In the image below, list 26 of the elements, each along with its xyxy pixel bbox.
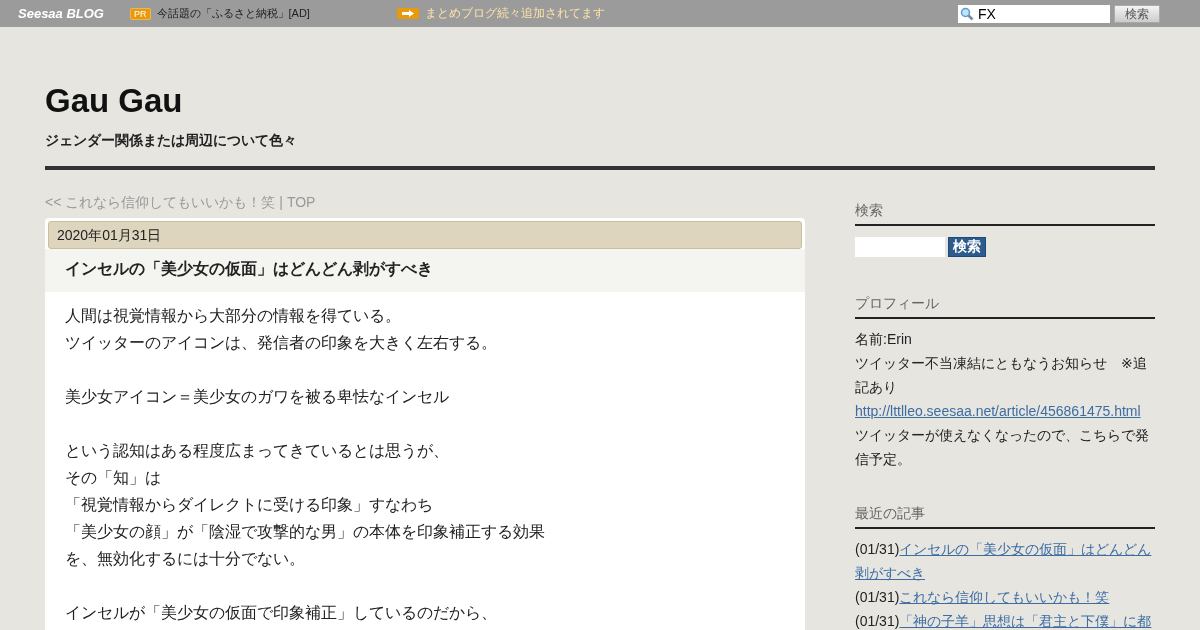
article-paragraph: 人間は視覚情報から大部分の情報を得ている。 ツイッターのアイコンは、発信者の印象を大きく左右する。 [65,306,498,353]
recent-article-link[interactable]: (01/31)「神の子羊」思想は「君主と下僕」に都 [855,609,1155,630]
article-paragraph: という認知はある程度広まってきているとは思うが、 その「知」は 「視覚情報からダイレクトに受ける印象」すなわち 「美少女の顔」が「陰湿で攻撃的な男」の本体を印象補正する効果 を、無効化するには十分でない。 [65,441,546,569]
article-paragraph: インセルが「美少女の仮面で印象補正」しているのだから、 [65,603,498,623]
sidebar-heading: 最近の記事 [855,497,1155,529]
blog-title[interactable]: Gau Gau [45,82,1155,120]
profile-notice: ツイッター不当凍結にともなうお知らせ ※追記あり [855,354,1148,397]
pr-badge: PR [130,7,151,20]
recent-article-link[interactable]: (01/31)これなら信仰してもいいかも！笑 [855,585,1155,609]
search-field[interactable]: FX [958,4,1110,23]
ad-link[interactable]: 今話題の「ふるさと納税」[AD] [156,6,397,21]
blog-subtitle: ジェンダー関係または周辺について色々 [45,132,298,150]
sidebar-heading: プロフィール [855,287,1155,319]
article-title[interactable]: インセルの「美少女の仮面」はどんどん剥がすべき [45,249,805,292]
profile-name: 名前:Erin [855,330,913,349]
profile-link[interactable]: http://lttlleo.seesaa.net/article/456861475.html [855,403,1141,419]
sidebar-heading: 検索 [855,194,1155,226]
search-button[interactable]: 検索 [1114,4,1160,23]
search-icon [960,6,974,21]
recent-article-link[interactable]: (01/31)インセルの「美少女の仮面」はどんどん剥がすべき [855,537,1155,585]
search-field[interactable] [855,237,945,257]
article-date: 2020年01月31日 [48,221,802,249]
article-paragraph: 美少女アイコン＝美少女のガワを被る卑怯なインセル [65,387,450,407]
nav-separator: | [279,194,283,212]
search-button[interactable]: 検索 [948,237,986,257]
profile-note: ツイッターが使えなくなったので、こちらで発信予定。 [855,426,1150,469]
